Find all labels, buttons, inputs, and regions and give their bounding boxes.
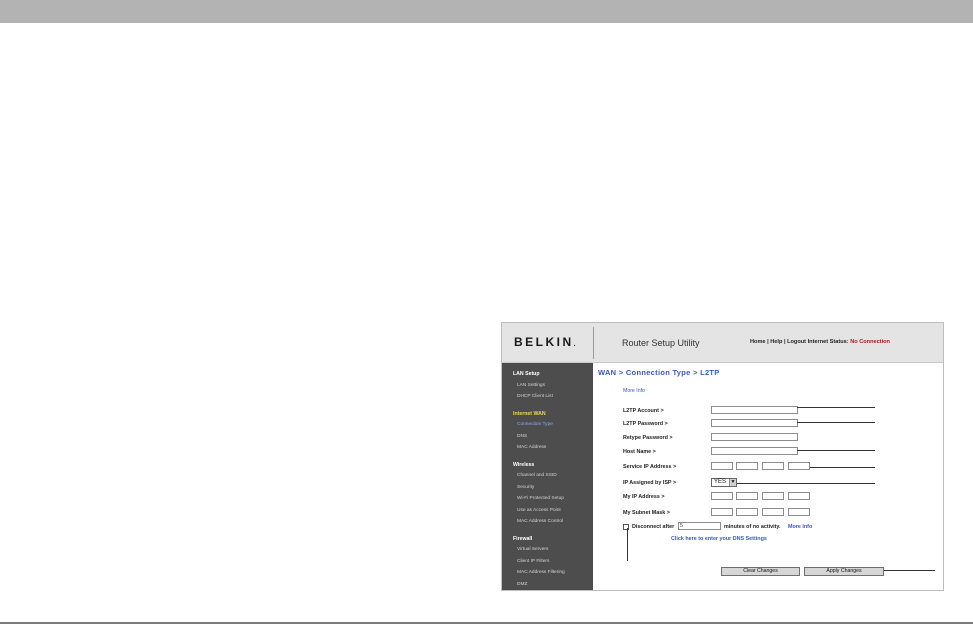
header-links: Home | Help | Logout Internet Status: No… xyxy=(750,339,890,345)
service-ip-octet-2[interactable] xyxy=(736,462,758,470)
my-ip-octet-4[interactable] xyxy=(788,492,810,500)
sidebar-item-connection-type[interactable]: Connection Type xyxy=(517,422,553,427)
callout-line-password xyxy=(797,422,875,423)
ip-assigned-select[interactable]: YES ▼ xyxy=(711,478,737,487)
sidebar-section-firewall[interactable]: Firewall xyxy=(513,536,532,542)
clear-changes-button[interactable]: Clear Changes xyxy=(721,567,800,576)
top-bar xyxy=(0,0,973,23)
sidebar-section-lan-setup[interactable]: LAN Setup xyxy=(513,371,540,377)
app-title: Router Setup Utility xyxy=(622,338,700,348)
callout-line-service-ip xyxy=(810,467,875,468)
more-info-link[interactable]: More Info xyxy=(623,388,645,394)
subnet-mask-label: My Subnet Mask > xyxy=(623,510,670,516)
apply-changes-button[interactable]: Apply Changes xyxy=(804,567,884,576)
service-ip-octet-3[interactable] xyxy=(762,462,784,470)
callout-line-host xyxy=(797,450,875,451)
subnet-octet-4[interactable] xyxy=(788,508,810,516)
l2tp-password-label: L2TP Password > xyxy=(623,421,668,427)
sidebar-item-wps[interactable]: Wi-Fi Protected Setup xyxy=(517,496,564,501)
l2tp-password-input[interactable] xyxy=(711,419,798,427)
my-ip-octet-1[interactable] xyxy=(711,492,733,500)
my-ip-octet-2[interactable] xyxy=(736,492,758,500)
sidebar-item-mac-address-filtering[interactable]: MAC Address Filtering xyxy=(517,570,565,575)
sidebar-item-security[interactable]: Security xyxy=(517,485,534,490)
sidebar-section-wireless[interactable]: Wireless xyxy=(513,462,534,468)
sidebar-item-virtual-servers[interactable]: Virtual Servers xyxy=(517,547,548,552)
my-ip-label: My IP Address > xyxy=(623,494,665,500)
callout-line-account xyxy=(797,407,875,408)
logout-link[interactable]: Logout xyxy=(787,339,806,345)
service-ip-octet-4[interactable] xyxy=(788,462,810,470)
header-divider xyxy=(593,327,594,359)
sidebar-item-channel-and-ssid[interactable]: Channel and SSID xyxy=(517,473,557,478)
callout-line-apply xyxy=(884,570,935,571)
help-link[interactable]: Help xyxy=(770,339,782,345)
disconnect-checkbox[interactable] xyxy=(623,524,629,530)
service-ip-label: Service IP Address > xyxy=(623,464,677,470)
dropdown-arrow-icon[interactable]: ▼ xyxy=(729,479,736,486)
internet-status-value: No Connection xyxy=(850,339,890,345)
sidebar-item-mac-address[interactable]: MAC Address xyxy=(517,445,546,450)
host-name-input[interactable] xyxy=(711,447,798,455)
belkin-logo: BELKIN. xyxy=(514,335,576,349)
sidebar-item-dns[interactable]: DNS xyxy=(517,434,527,439)
retype-password-label: Retype Password > xyxy=(623,435,673,441)
subnet-octet-2[interactable] xyxy=(736,508,758,516)
sidebar-item-access-point[interactable]: Use as Access Point xyxy=(517,508,561,513)
l2tp-account-label: L2TP Account > xyxy=(623,408,664,414)
sidebar: LAN Setup LAN Settings DHCP Client List … xyxy=(502,363,593,590)
sidebar-section-internet-wan[interactable]: Internet WAN xyxy=(513,411,546,417)
router-header: BELKIN. Router Setup Utility Home | Help… xyxy=(502,323,943,363)
home-link[interactable]: Home xyxy=(750,339,766,345)
ip-assigned-label: IP Assigned by ISP > xyxy=(623,480,677,486)
router-setup-screenshot: BELKIN. Router Setup Utility Home | Help… xyxy=(501,322,944,591)
sidebar-item-mac-address-control[interactable]: MAC Address Control xyxy=(517,519,563,524)
my-ip-octet-3[interactable] xyxy=(762,492,784,500)
sidebar-item-dmz[interactable]: DMZ xyxy=(517,582,527,587)
l2tp-account-input[interactable] xyxy=(711,406,798,414)
callout-line-ip-assigned xyxy=(737,483,875,484)
sidebar-item-dhcp-client-list[interactable]: DHCP Client List xyxy=(517,394,553,399)
disconnect-minutes-input[interactable]: 5 xyxy=(678,522,721,530)
subnet-octet-1[interactable] xyxy=(711,508,733,516)
disconnect-label: Disconnect after xyxy=(632,524,675,530)
host-name-label: Host Name > xyxy=(623,449,656,455)
internet-status-label: Internet Status: xyxy=(807,339,849,345)
service-ip-octet-1[interactable] xyxy=(711,462,733,470)
sidebar-item-lan-settings[interactable]: LAN Settings xyxy=(517,383,545,388)
subnet-octet-3[interactable] xyxy=(762,508,784,516)
disconnect-rest-label: minutes of no activity. xyxy=(724,524,781,530)
breadcrumb: WAN > Connection Type > L2TP xyxy=(598,368,720,377)
ip-assigned-value: YES xyxy=(714,479,727,485)
sidebar-item-client-ip-filters[interactable]: Client IP Filters xyxy=(517,559,549,564)
disconnect-more-info-link[interactable]: More Info xyxy=(788,524,812,530)
callout-line-disconnect xyxy=(627,528,628,561)
retype-password-input[interactable] xyxy=(711,433,798,441)
dns-settings-link[interactable]: Click here to enter your DNS Settings xyxy=(671,536,767,542)
